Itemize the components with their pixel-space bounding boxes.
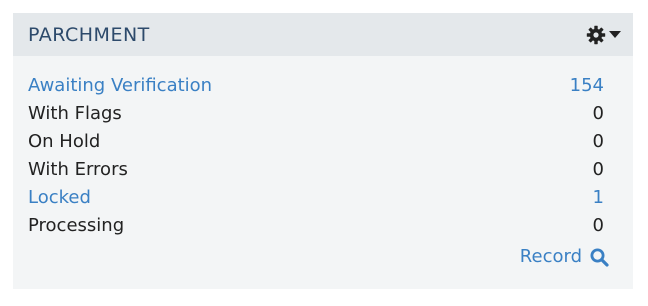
row-count: 0: [592, 103, 604, 124]
search-icon: [582, 248, 609, 267]
row-locked[interactable]: Locked 1: [28, 184, 604, 212]
row-count[interactable]: 1: [593, 184, 604, 212]
row-with-flags: With Flags 0: [28, 100, 604, 128]
row-processing: Processing 0: [28, 212, 604, 240]
row-label[interactable]: Locked: [28, 184, 91, 212]
row-awaiting-verification[interactable]: Awaiting Verification 154: [28, 72, 604, 100]
row-count[interactable]: 154: [570, 72, 604, 100]
record-link-label[interactable]: Record: [520, 245, 582, 269]
row-label: Processing: [28, 215, 125, 236]
settings-dropdown-button[interactable]: [583, 24, 621, 46]
row-label: With Flags: [28, 103, 122, 124]
gear-icon: [586, 25, 606, 45]
row-label[interactable]: Awaiting Verification: [28, 72, 212, 100]
row-label: On Hold: [28, 131, 101, 152]
parchment-panel: PARCHMENT Awaiting Verification 154 With…: [13, 13, 633, 289]
status-list: Awaiting Verification 154 With Flags 0 O…: [28, 72, 604, 240]
caret-down-icon: [609, 31, 621, 39]
panel-title: PARCHMENT: [28, 24, 150, 46]
row-count: 0: [592, 131, 604, 152]
row-count: 0: [592, 159, 604, 180]
row-count: 0: [592, 215, 604, 236]
panel-header: PARCHMENT: [13, 13, 633, 56]
row-on-hold: On Hold 0: [28, 128, 604, 156]
record-search-link[interactable]: Record: [520, 245, 609, 269]
row-with-errors: With Errors 0: [28, 156, 604, 184]
row-label: With Errors: [28, 159, 128, 180]
